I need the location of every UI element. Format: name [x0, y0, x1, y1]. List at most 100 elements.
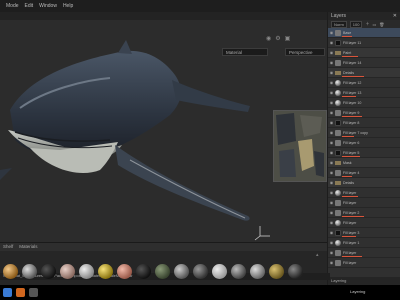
visibility-icon[interactable]: ◉	[328, 260, 335, 265]
menu-edit[interactable]: Edit	[25, 3, 34, 9]
visibility-icon[interactable]: ◉	[328, 220, 335, 225]
layer-name: Mask	[343, 160, 352, 165]
layer-name: Fill layer 10	[343, 100, 362, 105]
texture-preview[interactable]	[273, 110, 327, 182]
visibility-icon[interactable]: ◉	[328, 80, 335, 85]
view-dropdown-label: Perspective	[289, 50, 313, 55]
layer-row[interactable]: ◉ Fill layer 9	[328, 108, 400, 118]
material-swatch[interactable]	[22, 264, 37, 279]
visibility-icon[interactable]: ◉	[328, 100, 335, 105]
visibility-icon[interactable]: ◉	[328, 180, 335, 185]
visibility-icon[interactable]: ◉	[328, 170, 335, 175]
layer-row[interactable]: ◉ Fill layer 12	[328, 78, 400, 88]
layer-row[interactable]: ◉ Fill layer 3	[328, 228, 400, 238]
visibility-icon[interactable]: ◉	[328, 150, 335, 155]
folder-icon	[335, 70, 341, 75]
layer-folder[interactable]: ◉ Mask	[328, 158, 400, 168]
app-icon[interactable]	[16, 288, 25, 297]
camera-icon[interactable]: ◉	[266, 35, 271, 42]
material-dropdown[interactable]: Material	[222, 48, 268, 56]
layer-row[interactable]: ◉ Fill layer	[328, 218, 400, 228]
layer-row[interactable]: ◉ Fill layer 8	[328, 118, 400, 128]
menu-help[interactable]: Help	[63, 3, 73, 9]
visibility-icon[interactable]: ◉	[328, 40, 335, 45]
layer-row[interactable]: ◉ Fill layer	[328, 188, 400, 198]
material-swatch[interactable]	[117, 264, 132, 279]
visibility-icon[interactable]: ◉	[328, 90, 335, 95]
material-swatch[interactable]	[98, 264, 113, 279]
menu-window[interactable]: Window	[39, 3, 57, 9]
mask-indicator	[342, 235, 356, 237]
visibility-icon[interactable]: ◉	[328, 120, 335, 125]
visibility-icon[interactable]: ◉	[328, 230, 335, 235]
add-layer-icon[interactable]: ＋	[365, 21, 369, 27]
visibility-icon[interactable]: ◉	[328, 250, 335, 255]
layer-row[interactable]: ◉ Fill layer	[328, 248, 400, 258]
panel-close-icon[interactable]: ✕	[393, 12, 397, 20]
display-icon[interactable]: ▣	[285, 35, 291, 42]
layer-row[interactable]: ◉ Fill layer 7 copy	[328, 128, 400, 138]
visibility-icon[interactable]: ◉	[328, 240, 335, 245]
app-icon[interactable]	[29, 288, 38, 297]
start-icon[interactable]	[3, 288, 12, 297]
layer-row[interactable]: ◉ Fill layer	[328, 258, 400, 268]
material-swatch[interactable]	[155, 264, 170, 279]
layer-row[interactable]: ◉ Fill layer 14	[328, 58, 400, 68]
layer-row[interactable]: ◉ Fill layer 11	[328, 38, 400, 48]
visibility-icon[interactable]: ◉	[328, 50, 335, 55]
visibility-icon[interactable]: ◉	[328, 60, 335, 65]
layer-folder[interactable]: ◉ Details	[328, 68, 400, 78]
delete-icon[interactable]: 🗑	[379, 22, 384, 27]
material-swatch[interactable]	[212, 264, 227, 279]
layer-folder[interactable]: ◉ Details	[328, 178, 400, 188]
material-swatch[interactable]	[231, 264, 246, 279]
layer-row[interactable]: ◉ Fill layer 13	[328, 88, 400, 98]
folder-icon[interactable]: ▭	[372, 22, 376, 27]
material-swatch[interactable]	[79, 264, 94, 279]
shelf-scroll-icon[interactable]: ▴	[316, 252, 319, 258]
layer-name: Paint	[343, 50, 352, 55]
settings-icon[interactable]: ⚙	[275, 35, 280, 42]
material-swatch[interactable]	[269, 264, 284, 279]
layers-panel: Layers ✕ Norm 100 ＋ ▭ 🗑 ◉ Base ◉ Fill layer…	[327, 12, 400, 285]
menu-mode[interactable]: Mode	[6, 3, 19, 9]
visibility-icon[interactable]: ◉	[328, 200, 335, 205]
visibility-icon[interactable]: ◉	[328, 130, 335, 135]
view-dropdown[interactable]: Perspective	[285, 48, 325, 56]
visibility-icon[interactable]: ◉	[328, 70, 335, 75]
visibility-icon[interactable]: ◉	[328, 190, 335, 195]
material-swatch[interactable]	[250, 264, 265, 279]
material-swatch[interactable]	[193, 264, 208, 279]
mask-indicator	[342, 75, 364, 77]
layer-thumbnail	[335, 189, 341, 196]
layer-thumbnail	[335, 39, 341, 46]
visibility-icon[interactable]: ◉	[328, 210, 335, 215]
layer-row[interactable]: ◉ Fill layer 1	[328, 238, 400, 248]
layer-row[interactable]: ◉ Fill layer 10	[328, 98, 400, 108]
layer-folder[interactable]: ◉ Paint	[328, 48, 400, 58]
layer-row[interactable]: ◉ Fill layer 4	[328, 168, 400, 178]
layer-row[interactable]: ◉ Base	[328, 28, 400, 38]
visibility-icon[interactable]: ◉	[328, 140, 335, 145]
layer-row[interactable]: ◉ Fill layer 6	[328, 138, 400, 148]
layer-row[interactable]: ◉ Fill layer 5	[328, 148, 400, 158]
material-swatch[interactable]	[174, 264, 189, 279]
material-swatch[interactable]	[41, 264, 56, 279]
material-swatch[interactable]	[3, 264, 18, 279]
layer-thumbnail	[335, 109, 341, 116]
visibility-icon[interactable]: ◉	[328, 110, 335, 115]
material-swatch[interactable]	[136, 264, 151, 279]
layer-thumbnail	[335, 59, 341, 66]
material-swatch[interactable]	[60, 264, 75, 279]
visibility-icon[interactable]: ◉	[328, 30, 335, 35]
tab-materials[interactable]: Materials	[19, 243, 37, 251]
layer-row[interactable]: ◉ Fill layer 2	[328, 208, 400, 218]
material-swatch[interactable]	[288, 264, 303, 279]
opacity-field[interactable]: 100	[349, 20, 363, 28]
3d-viewport[interactable]: ◉ ⚙ ▣ Material Perspective	[0, 20, 327, 242]
layer-name: Fill layer 6	[343, 140, 360, 145]
blend-mode-dropdown[interactable]: Norm	[331, 20, 347, 28]
layer-row[interactable]: ◉ Fill layer	[328, 198, 400, 208]
tab-shelf[interactable]: Shelf	[3, 243, 13, 251]
visibility-icon[interactable]: ◉	[328, 160, 335, 165]
